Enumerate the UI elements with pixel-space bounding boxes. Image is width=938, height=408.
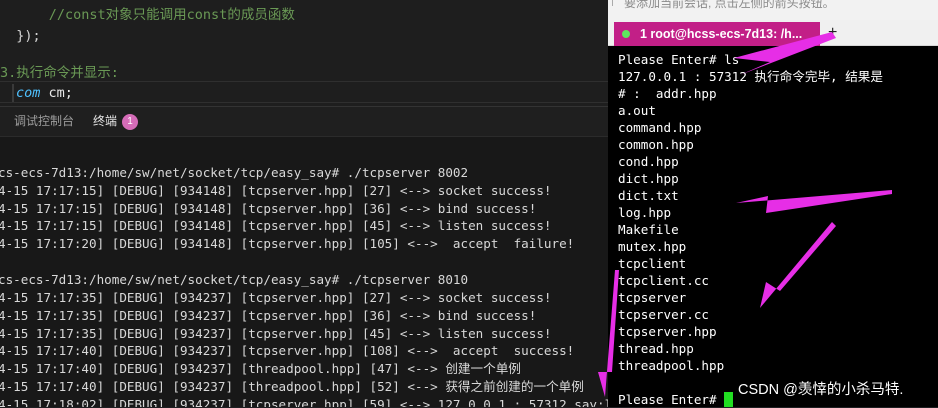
ssh-line: tcpserver: [618, 290, 687, 305]
ssh-line: common.hpp: [618, 137, 694, 152]
ssh-line: dict.hpp: [618, 171, 679, 186]
ssh-line: threadpool.hpp: [618, 358, 725, 373]
terminal-output[interactable]: cs-ecs-7d13:/home/sw/net/socket/tcp/easy…: [0, 136, 608, 407]
vscode-window: //const对象只能调用const的成员函数 }); 3.执行命令并显示: c…: [0, 0, 608, 407]
terminal-line: 4-15 17:17:15] [DEBUG] [934148] [tcpserv…: [0, 183, 552, 198]
ssh-line: Makefile: [618, 222, 679, 237]
ssh-line: # : addr.hpp: [618, 86, 717, 101]
terminal-line: 4-15 17:17:40] [DEBUG] [934237] [threadp…: [0, 361, 521, 376]
terminal-count-badge: 1: [122, 114, 139, 130]
terminal-line: 4-15 17:17:35] [DEBUG] [934237] [tcpserv…: [0, 308, 537, 323]
ssh-line: 127.0.0.1 : 57312 执行命令完毕, 结果是: [618, 69, 883, 84]
terminal-line: 4-15 17:17:40] [DEBUG] [934237] [tcpserv…: [0, 343, 575, 358]
ssh-line: command.hpp: [618, 120, 702, 135]
new-tab-button[interactable]: +: [828, 20, 837, 46]
ssh-terminal-window: 要添加当前会话, 点击左侧的箭头按钮。 1 root@hcss-ecs-7d13…: [608, 0, 938, 407]
panel-tab-bar: 调试控制台 终端 1: [0, 106, 608, 137]
ssh-line: thread.hpp: [618, 341, 694, 356]
terminal-line: 4-15 17:17:20] [DEBUG] [934148] [tcpserv…: [0, 236, 575, 251]
ssh-line: tcpclient: [618, 256, 687, 271]
code-line: //const对象只能调用const的成员函数: [48, 7, 295, 23]
csdn-watermark: CSDN @羡悻的小杀马特.: [738, 382, 904, 398]
ssh-line: tcpserver.cc: [618, 307, 709, 322]
type-keyword: com: [16, 85, 41, 101]
code-line: });: [16, 28, 41, 44]
session-tab[interactable]: 1 root@hcss-ecs-7d13: /h...: [614, 22, 820, 46]
ssh-prompt: Please Enter#: [618, 392, 725, 407]
ssh-line: log.hpp: [618, 205, 672, 220]
current-line-highlight: [0, 81, 608, 103]
terminal-line: 4-15 17:18:02] [DEBUG] [934237] [tcpserv…: [0, 397, 608, 407]
session-hint-text: 要添加当前会话, 点击左侧的箭头按钮。: [624, 0, 835, 10]
ssh-line: cond.hpp: [618, 154, 679, 169]
session-tab-label: 1 root@hcss-ecs-7d13: /h...: [640, 27, 803, 41]
ssh-line: tcpclient.cc: [618, 273, 709, 288]
ssh-prompt-line[interactable]: Please Enter#: [618, 391, 734, 408]
ssh-line: Please Enter# ls: [618, 52, 740, 67]
tab-debug-console[interactable]: 调试控制台: [14, 107, 74, 136]
ssh-line: dict.txt: [618, 188, 679, 203]
code-line: com cm;: [16, 85, 73, 101]
session-hint-bar: 要添加当前会话, 点击左侧的箭头按钮。: [608, 0, 938, 20]
terminal-line: cs-ecs-7d13:/home/sw/net/socket/tcp/easy…: [0, 165, 469, 180]
terminal-line: cs-ecs-7d13:/home/sw/net/socket/tcp/easy…: [0, 272, 469, 287]
terminal-line: 4-15 17:17:15] [DEBUG] [934148] [tcpserv…: [0, 201, 537, 216]
code-line: 3.执行命令并显示:: [0, 65, 119, 81]
code-editor[interactable]: //const对象只能调用const的成员函数 }); 3.执行命令并显示: c…: [0, 0, 608, 106]
session-tab-bar: 1 root@hcss-ecs-7d13: /h... +: [608, 20, 938, 46]
terminal-line: 4-15 17:17:35] [DEBUG] [934237] [tcpserv…: [0, 326, 552, 341]
terminal-line: 4-15 17:17:35] [DEBUG] [934237] [tcpserv…: [0, 290, 552, 305]
terminal-line: 4-15 17:17:15] [DEBUG] [934148] [tcpserv…: [0, 218, 552, 233]
tab-terminal[interactable]: 终端 1: [93, 107, 139, 137]
ssh-line: tcpserver.hpp: [618, 324, 717, 339]
ssh-line: a.out: [618, 103, 656, 118]
terminal-line: 4-15 17:17:40] [DEBUG] [934237] [threadp…: [0, 379, 584, 394]
indent-guide: [12, 84, 14, 102]
ssh-line: mutex.hpp: [618, 239, 687, 254]
terminal-cursor: [724, 392, 734, 407]
tab-terminal-label: 终端: [93, 114, 118, 128]
connection-status-dot: [622, 30, 630, 38]
hint-icon: [612, 0, 621, 6]
